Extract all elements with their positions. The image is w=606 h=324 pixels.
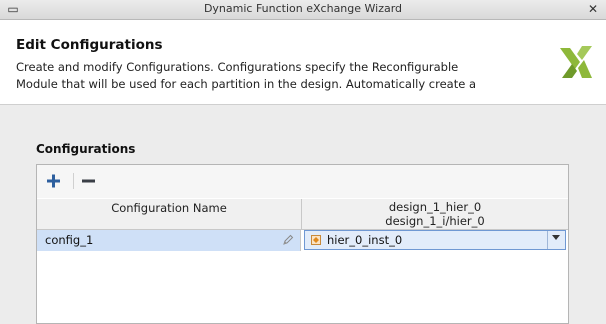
column-header-partition[interactable]: design_1_hier_0 design_1_i/hier_0 [302,199,568,229]
window-title: Dynamic Function eXchange Wizard [203,2,403,15]
configuration-name-text: config_1 [45,233,94,247]
window-titlebar: ▭ Dynamic Function eXchange Wizard ✕ [0,0,606,20]
plus-icon [47,174,60,188]
module-icon [311,235,321,245]
page-description: Create and modify Configurations. Config… [16,59,536,93]
selected-module-value: hier_0_inst_0 [327,233,403,247]
configurations-label: Configurations [36,142,136,156]
dropdown-arrow-button[interactable] [547,231,565,249]
table-header: Configuration Name design_1_hier_0 desig… [37,199,568,230]
configurations-toolbar [37,165,568,198]
configuration-name-cell[interactable]: config_1 [37,230,301,251]
pencil-icon[interactable] [282,234,294,246]
configurations-panel: Configuration Name design_1_hier_0 desig… [36,164,569,324]
reconfigurable-module-dropdown[interactable]: hier_0_inst_0 [304,230,566,250]
toolbar-divider [73,173,74,189]
table-row[interactable]: config_1 hier_0_inst_0 [37,230,568,251]
partition-name: design_1_hier_0 [388,200,482,214]
close-icon[interactable]: ✕ [584,1,602,17]
add-configuration-button[interactable] [43,171,65,191]
minus-icon [82,179,95,183]
wizard-header: Edit Configurations Create and modify Co… [0,20,606,105]
page-description-line-2: Module that will be used for each partit… [16,77,476,91]
page-description-line-1: Create and modify Configurations. Config… [16,60,459,74]
xilinx-logo-icon [560,46,592,78]
column-header-configuration-name[interactable]: Configuration Name [37,199,302,229]
reconfigurable-module-cell[interactable]: hier_0_inst_0 [303,230,567,251]
page-title: Edit Configurations [16,37,163,53]
remove-configuration-button[interactable] [78,171,100,191]
chevron-down-icon [552,235,560,240]
partition-path: design_1_i/hier_0 [385,214,485,228]
